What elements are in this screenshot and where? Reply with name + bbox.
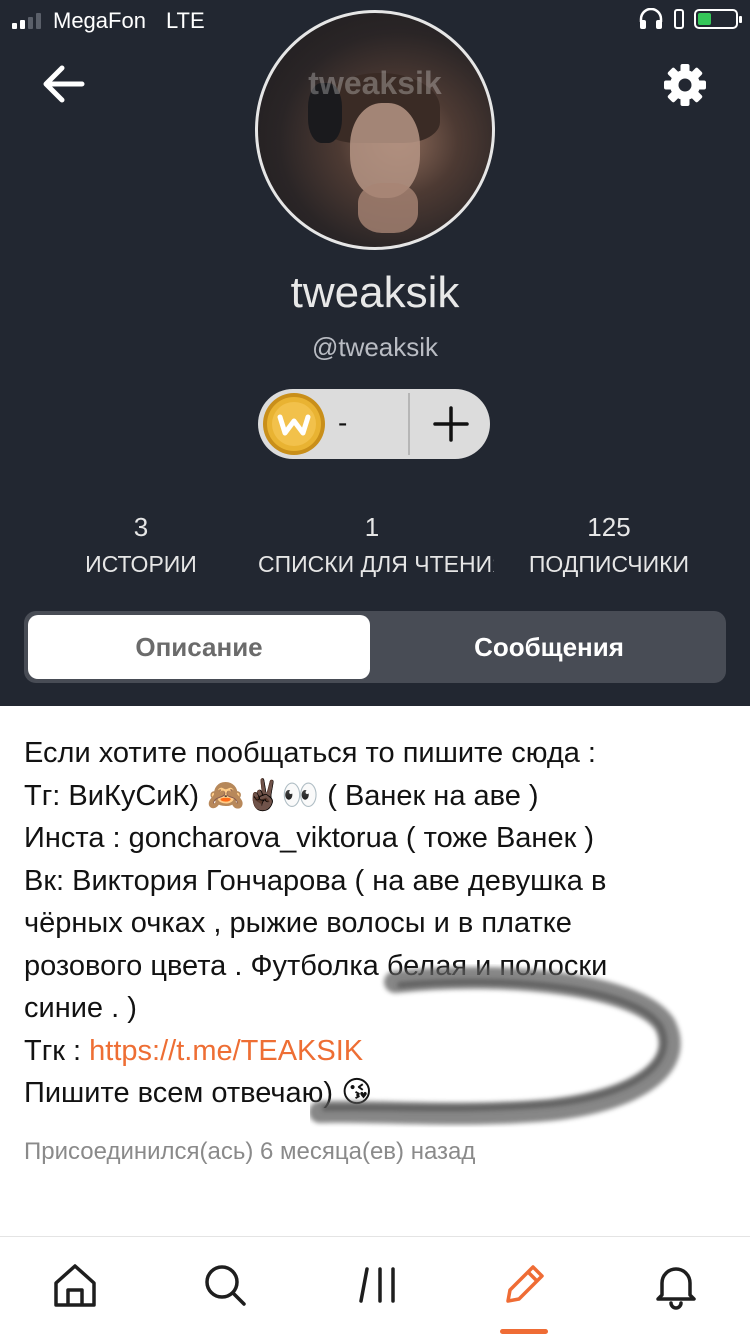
profile-description: Если хотите пообщаться то пишите сюда : … xyxy=(24,732,724,1115)
stat-reading-lists-value: 1 xyxy=(364,512,380,542)
description-line: Если хотите пообщаться то пишите сюда : xyxy=(24,737,596,769)
display-name: tweaksik xyxy=(290,268,460,317)
tab-description[interactable]: Описание xyxy=(28,615,370,679)
arrow-left-icon xyxy=(43,65,85,103)
stat-followers-label: ПОДПИСЧИКИ xyxy=(528,551,690,577)
stat-stories-label: ИСТОРИИ xyxy=(85,551,197,577)
stat-followers-value: 125 xyxy=(587,512,631,542)
telegram-channel-label: Тгк : xyxy=(24,1034,90,1067)
battery-icon xyxy=(694,9,742,29)
joined-date: Присоединился(ась) 6 месяца(ев) назад xyxy=(24,1138,476,1165)
profile-header: MegaFon LTE 18:19 tweaksik xyxy=(0,0,750,706)
description-line: чёрных очках , рыжие волосы и в платке xyxy=(24,907,572,939)
avatar-hand xyxy=(358,183,418,233)
profile-tabs: Описание Сообщения xyxy=(24,611,726,683)
bell-icon xyxy=(656,1267,696,1310)
telegram-note: ( Ванек на аве ) xyxy=(319,779,539,812)
write-pencil-icon xyxy=(506,1265,544,1303)
bottom-navigation xyxy=(0,1236,750,1334)
profile-stats: 3 ИСТОРИИ 1 СПИСКИ ДЛЯ ЧТЕНИЯ 125 ПОДПИС… xyxy=(0,512,750,582)
home-icon xyxy=(54,1264,96,1307)
description-line: Вк: Виктория Гончарова ( на аве девушка … xyxy=(24,864,607,897)
active-tab-indicator xyxy=(500,1329,548,1334)
description-line: розового цвета . Футболка белая и полоск… xyxy=(24,949,608,982)
description-line: синие . ) xyxy=(24,992,137,1024)
plus-icon xyxy=(433,406,469,442)
back-button[interactable] xyxy=(38,58,90,110)
telegram-contact: Тг: ВиКуСиК) xyxy=(24,779,200,812)
nav-home[interactable] xyxy=(47,1257,103,1313)
search-icon xyxy=(205,1265,246,1306)
nav-library[interactable] xyxy=(350,1257,406,1313)
buy-coins-button[interactable] xyxy=(416,392,486,456)
emoji-group: 🙈✌🏿👀 xyxy=(207,777,320,813)
gear-icon xyxy=(664,64,706,106)
nav-notifications[interactable] xyxy=(648,1257,704,1313)
stat-reading-lists-label: СПИСКИ ДЛЯ ЧТЕНИЯ xyxy=(258,551,494,577)
description-line: Тгк : https://t.me/TEAKSIK xyxy=(24,1030,724,1073)
coin-control[interactable]: - xyxy=(258,389,490,459)
stat-stories[interactable]: 3 ИСТОРИИ xyxy=(16,512,266,578)
avatar-watermark: tweaksik xyxy=(308,65,442,101)
library-icon xyxy=(359,1267,395,1303)
kiss-emoji: 😘 xyxy=(341,1075,373,1110)
telegram-channel-link[interactable]: https://t.me/TEAKSIK xyxy=(89,1035,363,1067)
wattpad-coin-icon xyxy=(263,393,325,455)
description-line: Тг: ВиКуСиК) 🙈✌🏿👀 ( Ванек на аве ) xyxy=(24,775,724,818)
avatar[interactable]: tweaksik xyxy=(255,10,495,250)
description-line: Пишите всем отвечаю) 😘 xyxy=(24,1072,724,1115)
username-handle: @tweaksik xyxy=(311,332,439,362)
orientation-lock-icon xyxy=(674,9,684,29)
battery-level xyxy=(698,13,711,25)
settings-button[interactable] xyxy=(662,62,708,108)
coin-balance: - xyxy=(338,407,348,438)
nav-search[interactable] xyxy=(197,1257,253,1313)
nav-write[interactable] xyxy=(496,1257,552,1313)
status-right xyxy=(638,8,742,30)
reply-note: Пишите всем отвечаю) xyxy=(24,1077,334,1109)
stat-stories-value: 3 xyxy=(133,512,149,542)
stat-followers[interactable]: 125 ПОДПИСЧИКИ xyxy=(484,512,734,578)
stat-reading-lists[interactable]: 1 СПИСКИ ДЛЯ ЧТЕНИЯ xyxy=(250,512,494,578)
coin-divider xyxy=(408,393,410,455)
headphones-icon xyxy=(639,8,663,29)
description-line: Инста : goncharova_viktorua ( тоже Ванек… xyxy=(24,822,594,854)
tab-messages[interactable]: Сообщения xyxy=(376,615,722,679)
